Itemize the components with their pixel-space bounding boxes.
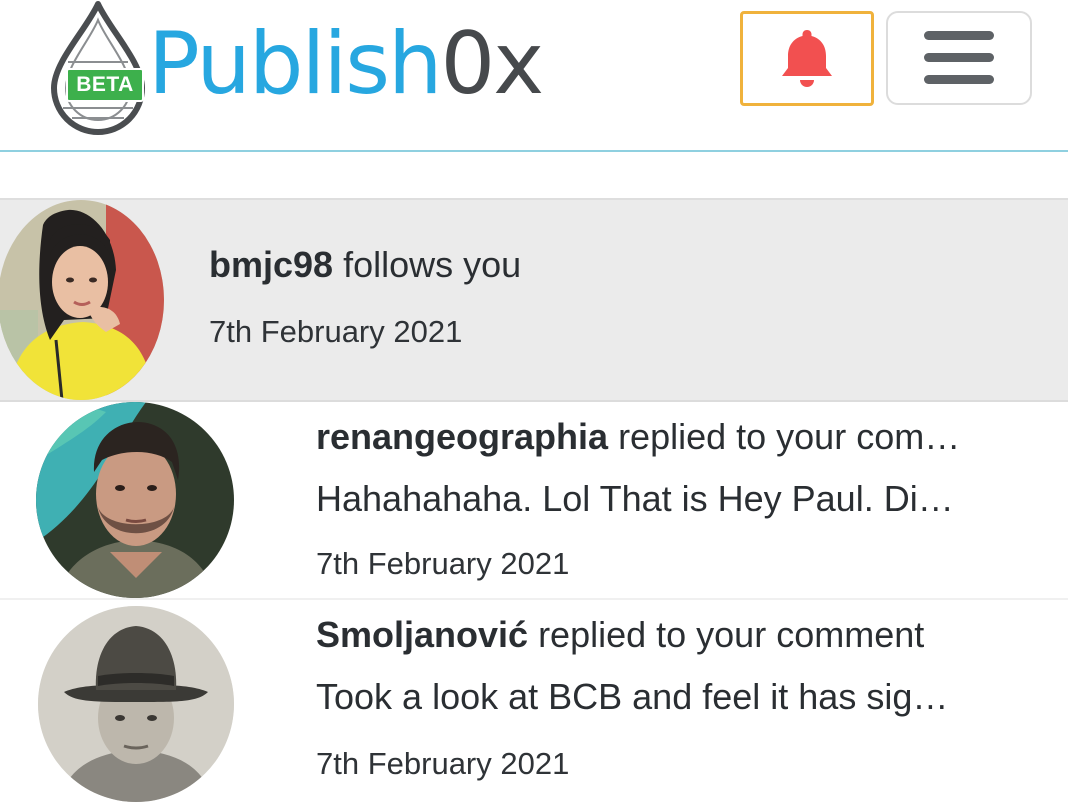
notification-username[interactable]: renangeographia [316,416,608,457]
notification-preview: Took a look at BCB and feel it has sig… [316,676,949,717]
avatar[interactable] [38,606,234,802]
avatar[interactable] [36,402,234,598]
publish0x-logo[interactable]: BETA Publish0x [48,0,608,135]
notification-headline: bmjc98 follows you [209,244,1049,288]
beta-badge: BETA [66,68,144,102]
notification-action: replied to your comment [528,614,925,655]
bell-icon [782,29,832,87]
notification-date: 7th February 2021 [316,746,570,781]
logo-word-publish: Publish [148,14,443,114]
logo-word-0x: 0x [440,14,545,114]
notification-item[interactable]: renangeographia replied to your com… Hah… [0,402,1068,600]
notification-item[interactable]: Smoljanović replied to your comment Took… [0,600,1068,802]
notification-action: follows you [333,244,522,285]
notification-item[interactable]: bmjc98 follows you 7th February 2021 [0,198,1068,402]
notification-username[interactable]: bmjc98 [209,244,333,285]
hamburger-menu-button[interactable] [886,11,1032,105]
notifications-button[interactable] [740,11,874,106]
notification-headline: Smoljanović replied to your comment [316,614,1046,660]
notification-date: 7th February 2021 [316,546,570,581]
notification-preview: Hahahahaha. Lol That is Hey Paul. Di… [316,478,954,519]
notification-action: replied to your com… [608,416,961,457]
hamburger-menu-icon [924,31,994,84]
top-navbar: BETA Publish0x [0,0,1068,152]
avatar[interactable] [0,200,164,400]
notification-date: 7th February 2021 [209,314,463,349]
notification-headline: renangeographia replied to your com… [316,416,1046,462]
notification-username[interactable]: Smoljanović [316,614,528,655]
logo-wordmark: Publish0x [148,14,545,114]
